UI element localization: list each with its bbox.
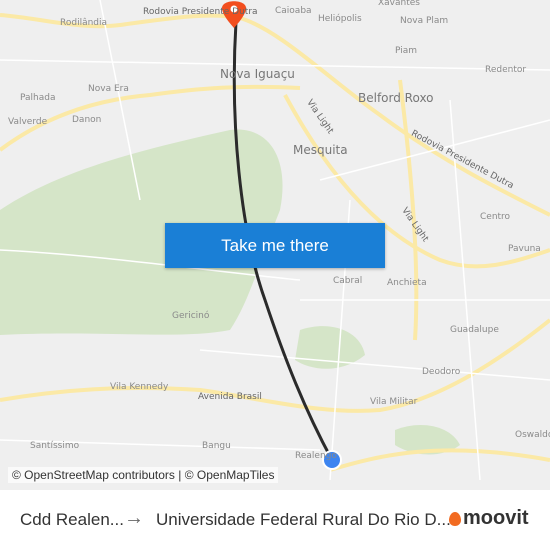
place-label: Santíssimo — [30, 441, 80, 451]
place-label: Palhada — [20, 93, 56, 103]
moovit-pin-icon — [449, 511, 461, 526]
map-attribution[interactable]: © OpenStreetMap contributors | © OpenMap… — [8, 467, 279, 483]
place-label: Oswaldo — [515, 430, 550, 440]
road-label: Rodovia Presidente Dutra — [143, 7, 258, 17]
place-label: Deodoro — [422, 367, 461, 377]
place-label: Xavantes — [378, 0, 420, 8]
place-label: Piam — [395, 46, 418, 56]
map[interactable]: Rodilândia Caioaba Heliópolis Xavantes Nova … — [0, 0, 550, 490]
place-label: Cabral — [333, 276, 363, 286]
place-label: Belford Roxo — [358, 91, 434, 105]
road-label: Avenida Brasil — [198, 392, 262, 402]
destination-name: Universidade Federal Rural Do Rio D... — [156, 510, 451, 529]
place-label: Realengo — [295, 451, 337, 461]
place-label: Gericinó — [172, 311, 210, 321]
place-label: Danon — [72, 115, 102, 125]
place-label: Pavuna — [508, 244, 541, 254]
take-me-there-button[interactable]: Take me there — [165, 223, 385, 268]
brand-name: moovit — [463, 507, 529, 529]
place-label: Mesquita — [293, 143, 348, 157]
origin-name: Cdd Realen... — [20, 510, 124, 529]
place-label: Redentor — [485, 65, 527, 75]
moovit-logo: moovit — [449, 507, 529, 530]
place-label: Vila Kennedy — [110, 382, 169, 392]
arrow-right-icon: → — [124, 507, 144, 529]
place-label: Anchieta — [387, 278, 427, 288]
place-label: Nova Iguaçu — [220, 67, 295, 81]
place-label: Guadalupe — [450, 325, 499, 335]
place-label: Bangu — [202, 441, 231, 451]
place-label: Centro — [480, 212, 511, 222]
place-label: Vila Militar — [370, 397, 418, 407]
place-label: Valverde — [8, 117, 48, 127]
place-label: Heliópolis — [318, 14, 362, 24]
place-label: Caioaba — [275, 6, 312, 16]
park-area — [295, 326, 365, 369]
place-label: Rodilândia — [60, 18, 108, 28]
footer-bar: Cdd Realen... → Universidade Federal Rur… — [0, 490, 550, 550]
place-label: Nova Plam — [400, 16, 449, 26]
place-label: Nova Era — [88, 84, 129, 94]
